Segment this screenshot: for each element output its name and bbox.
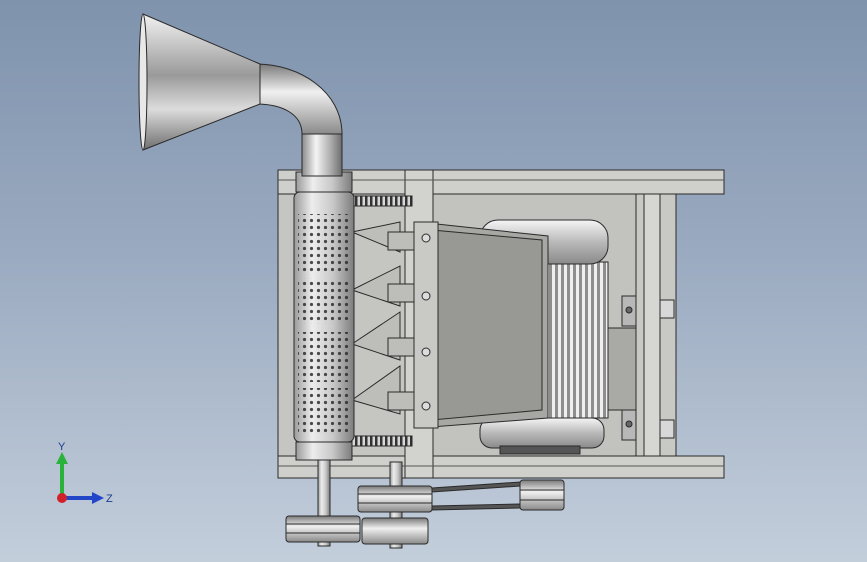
hopper-cone <box>142 13 261 151</box>
feed-hopper <box>138 13 343 177</box>
cutter-flange <box>413 221 439 429</box>
coordinate-triad: Y Z <box>48 440 118 510</box>
v-belt <box>431 481 521 493</box>
pulley <box>285 515 361 543</box>
z-axis-label: Z <box>106 493 113 505</box>
motor-body <box>545 261 609 419</box>
pulley <box>357 485 433 513</box>
machine-model[interactable] <box>0 0 867 562</box>
feed-pipe-elbow <box>255 63 343 135</box>
cad-viewport[interactable]: Y Z <box>0 0 867 562</box>
frame-post-right <box>643 193 661 457</box>
flange-bolt <box>421 347 431 357</box>
feed-pipe-vertical <box>301 131 343 177</box>
x-axis-origin <box>57 493 67 503</box>
flange-bolt <box>421 233 431 243</box>
motor-end-cap-bottom <box>479 417 605 449</box>
y-axis-label: Y <box>58 441 66 453</box>
v-belt <box>431 503 521 511</box>
y-arrow <box>56 452 68 464</box>
z-arrow <box>92 492 104 504</box>
flange-bolt <box>421 291 431 301</box>
gear-teeth-bottom <box>351 435 413 447</box>
flange-bolt <box>421 401 431 411</box>
pulley <box>361 517 429 545</box>
motor-pulley <box>519 479 565 511</box>
perforated-screen <box>293 171 355 461</box>
gear-teeth-top <box>351 195 413 207</box>
